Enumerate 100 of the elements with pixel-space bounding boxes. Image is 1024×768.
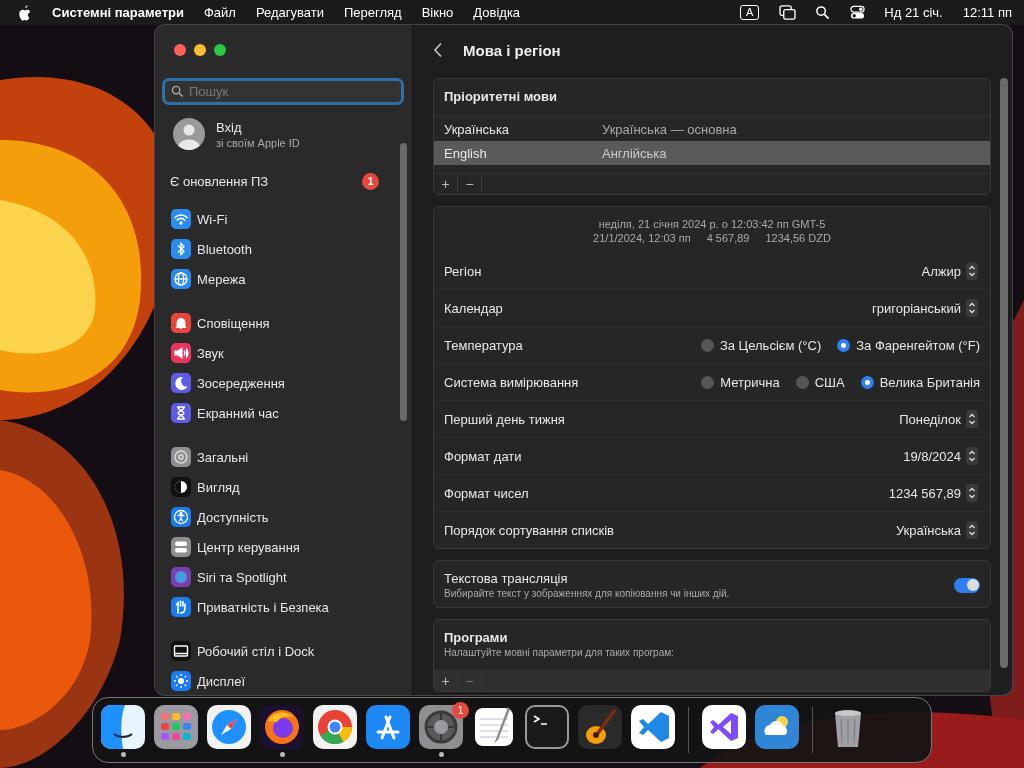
- setting-description: Вибирайте текст у зображеннях для копіювання чи інших дій.: [444, 588, 731, 599]
- setting-label: Календар: [444, 300, 504, 316]
- terminal-icon[interactable]: [525, 705, 569, 749]
- section-title: Програми: [444, 630, 509, 645]
- sidebar-item[interactable]: Робочий стіл і Dock: [197, 643, 315, 659]
- popup-button[interactable]: 1234 567,89: [888, 485, 966, 501]
- update-item[interactable]: Є оновлення ПЗ: [170, 174, 269, 189]
- ring-icon[interactable]: [313, 705, 357, 749]
- radio-label[interactable]: Велика Британія: [879, 374, 980, 390]
- guitar-icon[interactable]: [578, 705, 622, 749]
- windows-icon[interactable]: [779, 5, 797, 20]
- menu-item[interactable]: Редагувати: [255, 5, 324, 20]
- add-button[interactable]: +: [434, 673, 458, 689]
- app-store-icon[interactable]: [366, 705, 410, 749]
- setting-label: Температура: [444, 337, 524, 353]
- format-preview: 4 567,89: [706, 231, 750, 245]
- apple-icon[interactable]: [18, 4, 32, 21]
- menu-item[interactable]: Перегляд: [343, 5, 402, 20]
- avatar[interactable]: [173, 118, 205, 150]
- sidebar-item[interactable]: Siri та Spotlight: [197, 569, 287, 585]
- back-button[interactable]: [433, 42, 443, 58]
- section-description: Налаштуйте мовні параметри для таких програм:: [444, 647, 675, 658]
- menu-item[interactable]: Довідка: [473, 5, 521, 20]
- popup-button[interactable]: 19/8/2024: [903, 448, 966, 464]
- popup-button[interactable]: григоріанський: [872, 300, 966, 316]
- search-icon[interactable]: [814, 5, 832, 20]
- sidebar-item[interactable]: Вигляд: [197, 479, 240, 495]
- app-menu[interactable]: Системні параметри: [52, 5, 184, 20]
- chevron-icon[interactable]: [966, 410, 978, 428]
- setting-label: Текстова трансляція: [444, 571, 569, 586]
- minimize-button[interactable]: [194, 44, 206, 56]
- section-title: Пріоритетні мови: [434, 79, 990, 117]
- account-subtitle: зі своїм Apple ID: [216, 136, 300, 149]
- radio-button[interactable]: [700, 338, 714, 352]
- input-source-indicator[interactable]: A: [739, 5, 760, 20]
- gear-icon[interactable]: [419, 705, 463, 749]
- setting-label: Регіон: [444, 263, 483, 279]
- format-preview: 21/1/2024, 12:03 пп: [593, 231, 691, 245]
- search-field[interactable]: Пошук: [162, 78, 404, 105]
- popup-button[interactable]: Алжир: [921, 263, 966, 279]
- sidebar-item[interactable]: Зосередження: [197, 375, 285, 391]
- sidebar-item[interactable]: Доступність: [197, 509, 269, 525]
- sidebar-item[interactable]: Центр керування: [197, 539, 300, 555]
- code-editor-icon[interactable]: [631, 705, 675, 749]
- sidebar-item[interactable]: Дисплеї: [197, 673, 246, 689]
- language-name: English: [444, 145, 488, 161]
- radio-button[interactable]: [837, 338, 851, 352]
- setting-label: Порядок сортування списків: [444, 522, 615, 538]
- chevron-icon[interactable]: [966, 521, 978, 539]
- radio-button[interactable]: [860, 375, 874, 389]
- add-button[interactable]: +: [434, 176, 458, 192]
- language-row[interactable]: English Англійська: [434, 141, 990, 165]
- close-button[interactable]: [174, 44, 186, 56]
- chevron-icon[interactable]: [966, 299, 978, 317]
- radio-button[interactable]: [701, 375, 715, 389]
- chevron-icon[interactable]: [966, 447, 978, 465]
- cloud-sun-icon[interactable]: [755, 705, 799, 749]
- page-title: Мова і регіон: [463, 41, 561, 59]
- sidebar-item[interactable]: Екранний час: [197, 405, 279, 421]
- account-title[interactable]: Вхід: [216, 119, 300, 135]
- language-note: Англійська: [602, 145, 667, 161]
- language-name: Українська: [444, 121, 511, 137]
- menu-bar-date[interactable]: Нд 21 січ.: [884, 5, 943, 20]
- menu-item[interactable]: Вікно: [421, 5, 454, 20]
- chevron-icon[interactable]: [966, 262, 978, 280]
- sidebar-item[interactable]: Мережа: [197, 271, 246, 287]
- sidebar-item[interactable]: Загальні: [197, 449, 249, 465]
- sidebar-item[interactable]: Приватність і Безпека: [197, 599, 329, 615]
- setting-label: Перший день тижня: [444, 411, 566, 427]
- menu-item[interactable]: Файл: [203, 5, 236, 20]
- toggles-icon[interactable]: [849, 5, 867, 20]
- scrollbar[interactable]: [400, 143, 407, 421]
- sidebar-item[interactable]: Звук: [197, 345, 224, 361]
- radio-label[interactable]: Метрична: [720, 374, 780, 390]
- sidebar-item[interactable]: Bluetooth: [197, 241, 252, 257]
- menu-bar-time[interactable]: 12:11 пп: [962, 5, 1012, 20]
- popup-button[interactable]: Українська: [895, 522, 966, 538]
- zoom-button[interactable]: [214, 44, 226, 56]
- flame-globe-icon[interactable]: [260, 705, 304, 749]
- toggle-switch[interactable]: [954, 577, 980, 593]
- popup-button[interactable]: Понеділок: [899, 411, 966, 427]
- chevron-icon[interactable]: [966, 484, 978, 502]
- radio-label[interactable]: США: [814, 374, 845, 390]
- notepad-icon[interactable]: [472, 705, 516, 749]
- language-note: Українська — основна: [602, 121, 737, 137]
- sidebar-item[interactable]: Wi-Fi: [197, 211, 228, 227]
- radio-label[interactable]: За Цельсієм (°C): [719, 337, 822, 353]
- compass-icon[interactable]: [207, 705, 251, 749]
- remove-button[interactable]: −: [458, 176, 482, 192]
- setting-label: Формат чисел: [444, 485, 530, 501]
- search-icon: [171, 85, 184, 98]
- split-face-square-icon[interactable]: [101, 705, 145, 749]
- scrollbar[interactable]: [1000, 78, 1008, 668]
- sidebar-item[interactable]: Сповіщення: [197, 315, 270, 331]
- radio-button[interactable]: [795, 375, 809, 389]
- app-grid-icon[interactable]: [154, 705, 198, 749]
- language-row[interactable]: Українська Українська — основна: [434, 117, 990, 141]
- radio-label[interactable]: За Фаренгейтом (°F): [856, 337, 980, 353]
- format-preview: 1234,56 DZD: [765, 231, 831, 245]
- loop-icon[interactable]: [702, 705, 746, 749]
